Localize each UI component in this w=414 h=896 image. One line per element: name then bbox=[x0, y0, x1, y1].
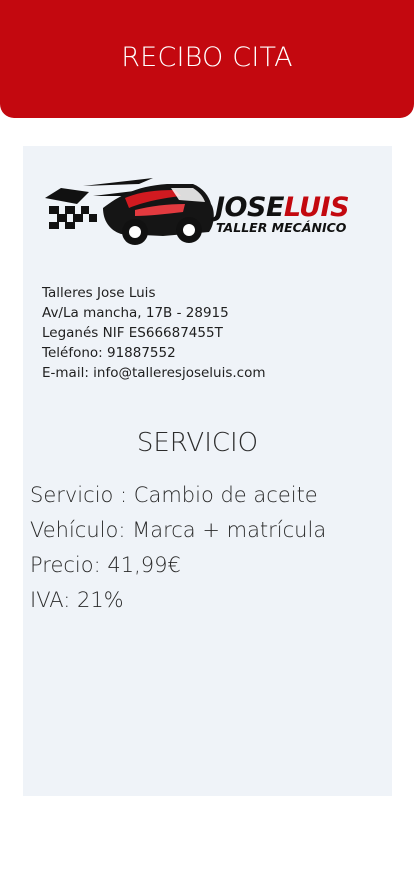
logo-name-part2: LUIS bbox=[284, 192, 349, 223]
race-car-icon: JOSELUIS TALLER MECÁNICO bbox=[45, 178, 350, 245]
service-tax: IVA: 21% bbox=[30, 588, 124, 612]
logo-subtitle: TALLER MECÁNICO bbox=[216, 220, 347, 235]
service-type: Servicio : Cambio de aceite bbox=[30, 483, 318, 507]
checkered-flag-icon bbox=[45, 188, 97, 229]
service-details: Servicio : Cambio de aceite Vehículo: Ma… bbox=[30, 478, 326, 618]
app-header: RECIBO CITA bbox=[0, 0, 414, 118]
service-vehicle: Vehículo: Marca + matrícula bbox=[30, 518, 327, 542]
svg-text:JOSELUIS: JOSELUIS bbox=[210, 192, 349, 223]
page-title: RECIBO CITA bbox=[121, 41, 293, 73]
service-price: Precio: 41,99€ bbox=[30, 553, 181, 577]
company-email: E-mail: info@talleresjoseluis.com bbox=[42, 365, 266, 381]
company-city-nif: Leganés NIF ES66687455T bbox=[42, 325, 223, 341]
company-address: Av/La mancha, 17B - 28915 bbox=[42, 305, 229, 321]
receipt-page: RECIBO CITA JOSELUIS TALLER MECÁNICO Tal… bbox=[0, 0, 414, 896]
company-info: Talleres Jose Luis Av/La mancha, 17B - 2… bbox=[42, 283, 266, 383]
company-name: Talleres Jose Luis bbox=[42, 285, 156, 301]
service-section-title: SERVICIO bbox=[136, 428, 259, 458]
company-phone: Teléfono: 91887552 bbox=[42, 345, 176, 361]
receipt-card: JOSELUIS TALLER MECÁNICO Talleres Jose L… bbox=[23, 146, 392, 796]
company-logo: JOSELUIS TALLER MECÁNICO bbox=[43, 166, 373, 246]
logo-name-part1: JOSE bbox=[210, 192, 285, 223]
